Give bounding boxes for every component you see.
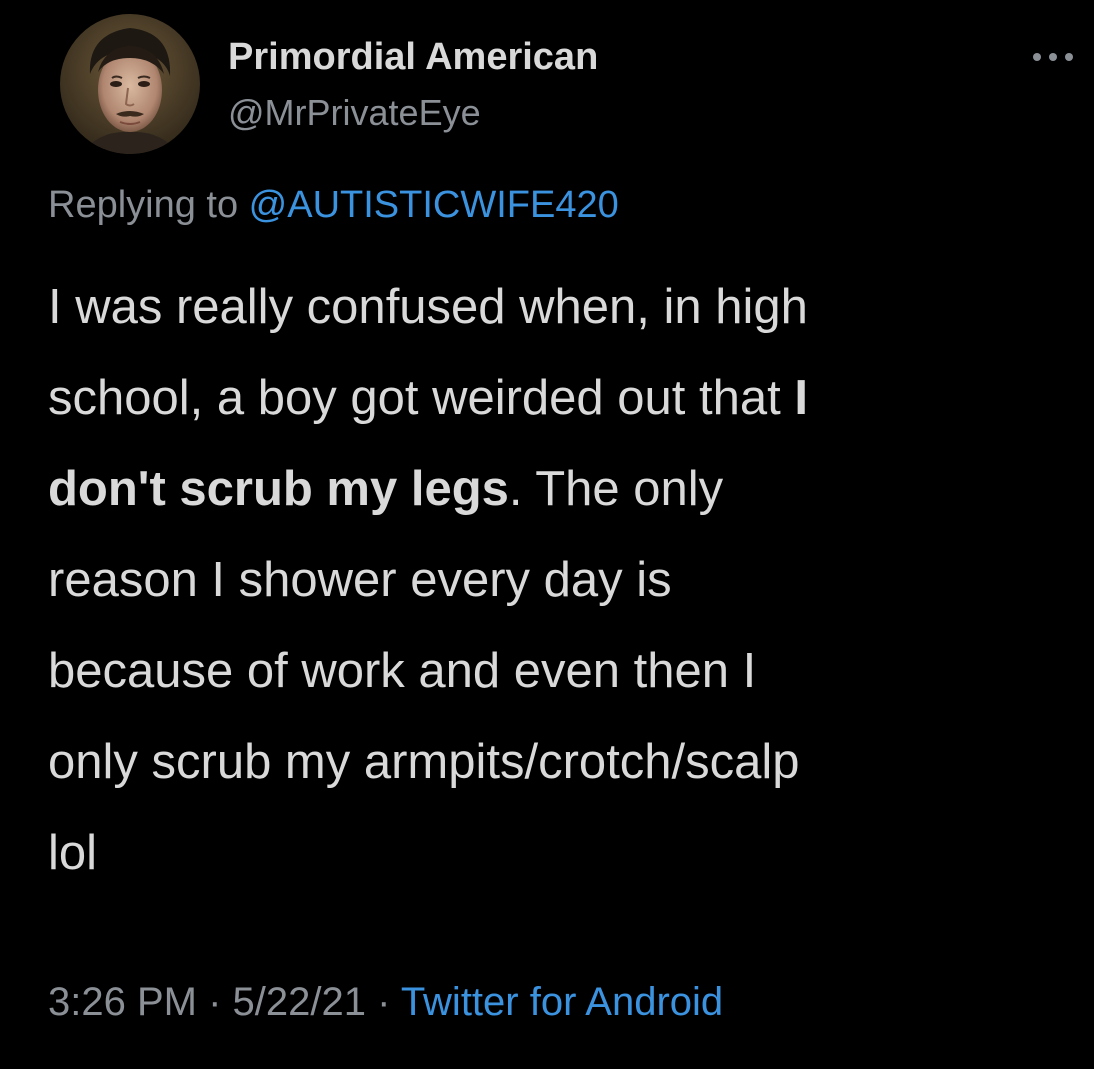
text-segment: only scrub my armpits/crotch/scalp bbox=[48, 735, 800, 789]
tweet-text-line: only scrub my armpits/crotch/scalp bbox=[48, 717, 1058, 808]
replying-to: Replying to @AUTISTICWIFE420 bbox=[48, 184, 619, 227]
tweet-text-line: school, a boy got weirded out that I bbox=[48, 353, 1058, 444]
tweet-meta: 3:26 PM · 5/22/21 · Twitter for Android bbox=[48, 980, 723, 1025]
tweet: Primordial American @MrPrivateEye Replyi… bbox=[0, 0, 1094, 1069]
text-segment: lol bbox=[48, 826, 98, 880]
tweet-time[interactable]: 3:26 PM bbox=[48, 980, 197, 1024]
replying-to-prefix: Replying to bbox=[48, 184, 249, 226]
text-segment: I was really confused when, in high bbox=[48, 280, 808, 334]
tweet-text-line: because of work and even then I bbox=[48, 626, 1058, 717]
author-display-name[interactable]: Primordial American bbox=[228, 36, 598, 79]
tweet-text-line: lol bbox=[48, 808, 1058, 899]
avatar[interactable] bbox=[60, 14, 200, 154]
meta-separator: · bbox=[196, 980, 233, 1024]
tweet-source-link[interactable]: Twitter for Android bbox=[401, 980, 723, 1024]
tweet-text-line: I was really confused when, in high bbox=[48, 262, 1058, 353]
tweet-text: I was really confused when, in high scho… bbox=[48, 262, 1058, 899]
more-horizontal-icon[interactable] bbox=[1030, 48, 1076, 66]
tweet-text-line: don't scrub my legs. The only bbox=[48, 444, 1058, 535]
text-segment: reason I shower every day is bbox=[48, 553, 672, 607]
meta-separator: · bbox=[365, 980, 401, 1024]
reply-mention-link[interactable]: @AUTISTICWIFE420 bbox=[249, 184, 619, 226]
tweet-date[interactable]: 5/22/21 bbox=[233, 980, 366, 1024]
text-segment: because of work and even then I bbox=[48, 644, 757, 698]
bold-text-segment: I bbox=[794, 371, 808, 425]
text-segment: school, a boy got weirded out that bbox=[48, 371, 795, 425]
profile-portrait-icon bbox=[60, 14, 200, 154]
tweet-text-line: reason I shower every day is bbox=[48, 535, 1058, 626]
author-handle[interactable]: @MrPrivateEye bbox=[228, 92, 481, 134]
bold-text-segment: don't scrub my legs bbox=[48, 462, 509, 516]
text-segment: . The only bbox=[508, 462, 724, 516]
